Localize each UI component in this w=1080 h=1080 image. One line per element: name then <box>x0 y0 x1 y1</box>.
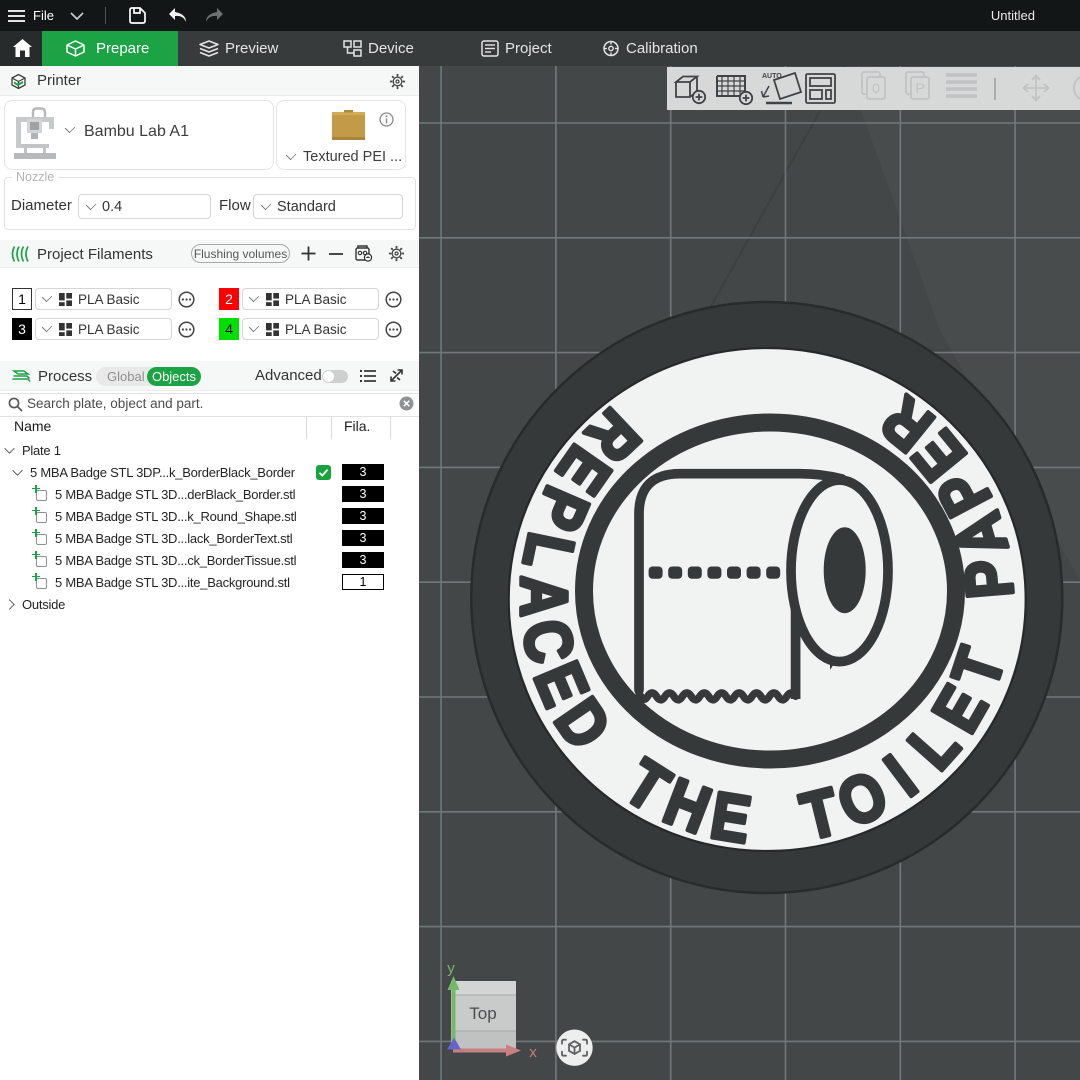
svg-text:A: A <box>506 576 580 618</box>
svg-text:0: 0 <box>872 80 880 96</box>
svg-text:x: x <box>529 1044 537 1061</box>
svg-text:P: P <box>915 80 924 96</box>
svg-text:y: y <box>447 960 455 977</box>
svg-text:P: P <box>951 557 1028 601</box>
svg-text:Top: Top <box>469 1004 496 1023</box>
svg-text:AUTO: AUTO <box>762 73 782 80</box>
